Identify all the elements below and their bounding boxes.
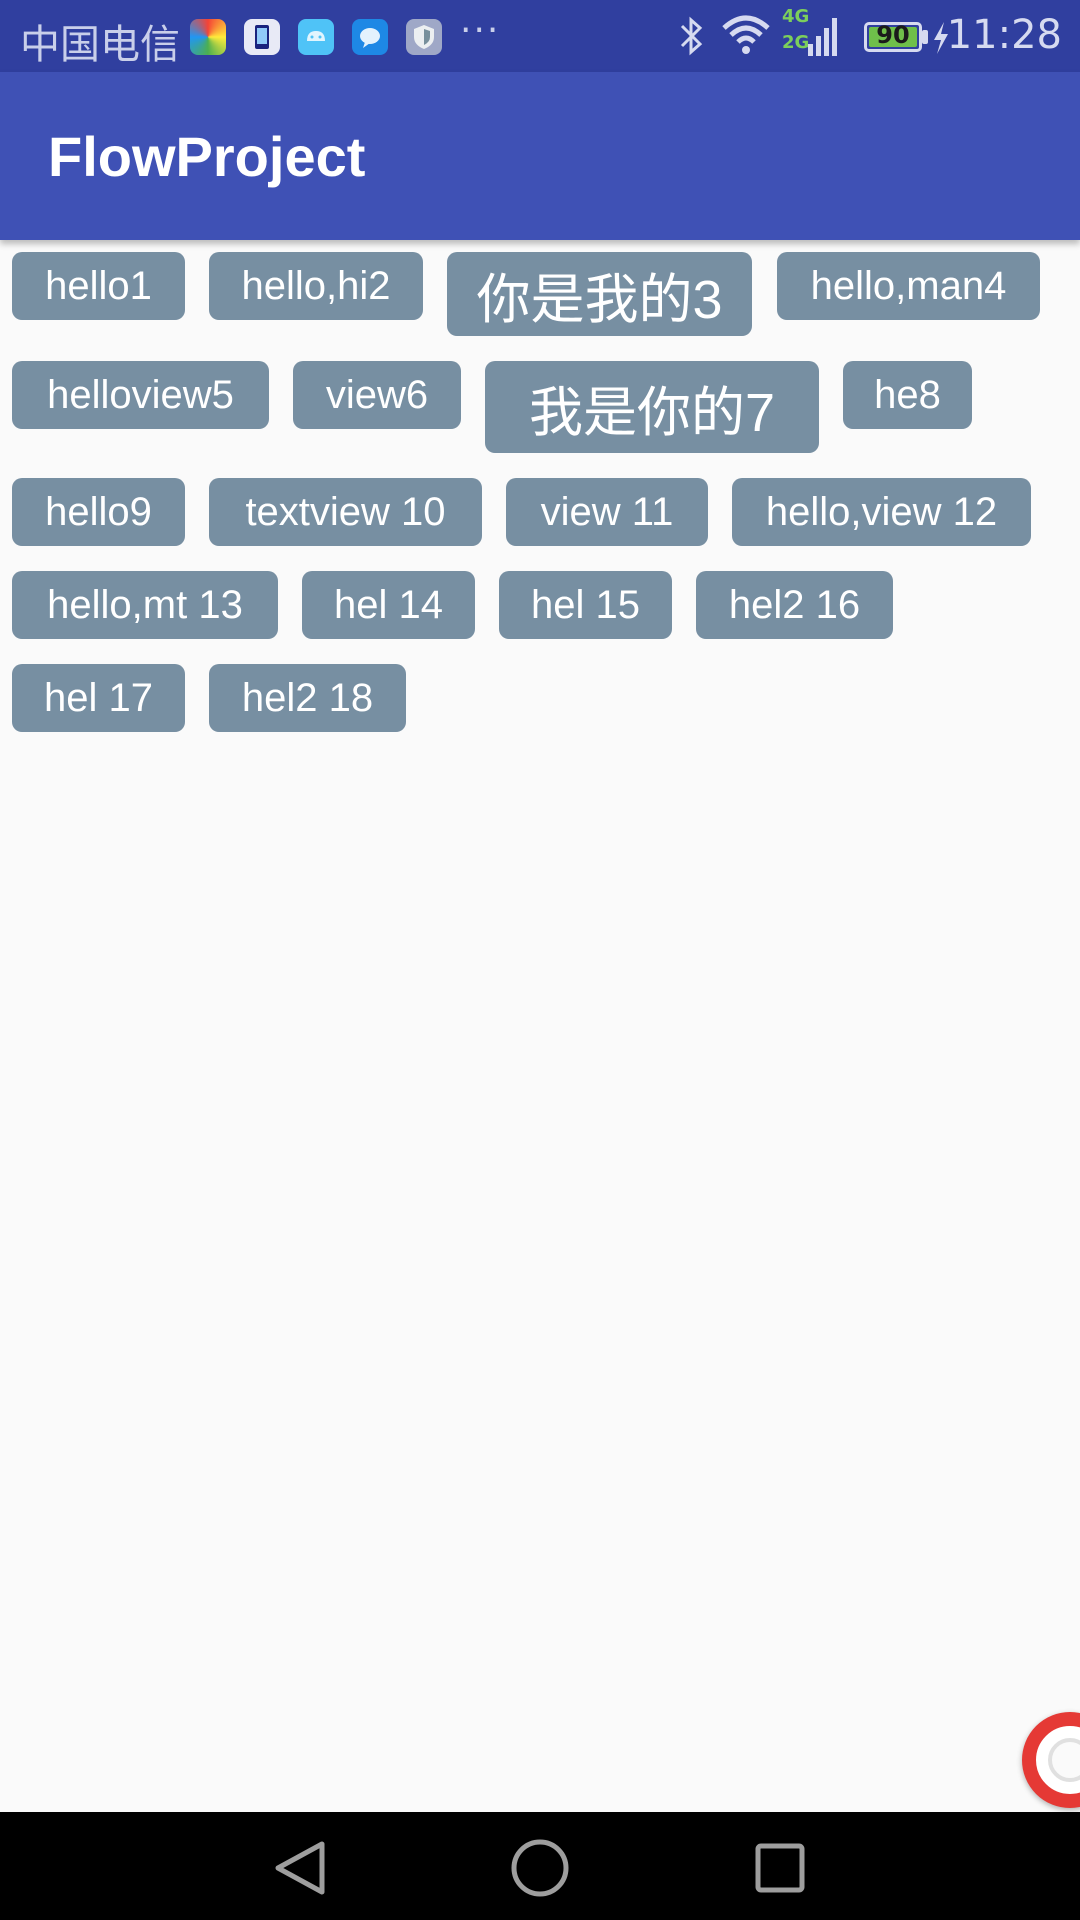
tag-14[interactable]: hel 14 [302,571,475,639]
message-icon [352,19,388,55]
colorful-app-icon [190,19,226,55]
tag-4[interactable]: hello,man4 [777,252,1040,320]
battery-tip [922,30,928,44]
recents-icon[interactable] [750,1838,810,1898]
more-notifications: ··· [460,10,501,51]
home-icon[interactable] [510,1838,570,1898]
tag-12[interactable]: hello,view 12 [732,478,1031,546]
lifebuoy-icon[interactable] [1022,1712,1080,1808]
android-icon [298,19,334,55]
back-icon[interactable] [270,1838,330,1898]
tag-1[interactable]: hello1 [12,252,185,320]
navigation-bar [0,1812,1080,1920]
status-bar: 中国电信 ··· 4G 2G 90 11:28 [0,0,1080,72]
tag-10[interactable]: textview 10 [209,478,482,546]
tag-16[interactable]: hel2 16 [696,571,893,639]
battery-level: 90 [876,21,910,49]
shield-icon [406,19,442,55]
tag-7[interactable]: 我是你的7 [485,361,819,453]
app-title: FlowProject [48,125,366,188]
signal-icon [806,14,842,62]
tag-13[interactable]: hello,mt 13 [12,571,278,639]
app-bar: FlowProject [0,72,1080,240]
carrier-name: 中国电信 [20,22,180,68]
tag-5[interactable]: helloview5 [12,361,269,429]
battery-icon: 90 [864,21,922,52]
tag-8[interactable]: he8 [843,361,972,429]
tag-3[interactable]: 你是我的3 [447,252,752,336]
wifi-icon [720,14,772,60]
tag-6[interactable]: view6 [293,361,461,429]
bluetooth-icon [676,16,706,60]
tag-2[interactable]: hello,hi2 [209,252,423,320]
tag-9[interactable]: hello9 [12,478,185,546]
tag-18[interactable]: hel2 18 [209,664,406,732]
tag-17[interactable]: hel 17 [12,664,185,732]
tag-15[interactable]: hel 15 [499,571,672,639]
phone-manager-icon [244,19,280,55]
status-time: 11:28 [946,12,1062,58]
tag-11[interactable]: view 11 [506,478,708,546]
